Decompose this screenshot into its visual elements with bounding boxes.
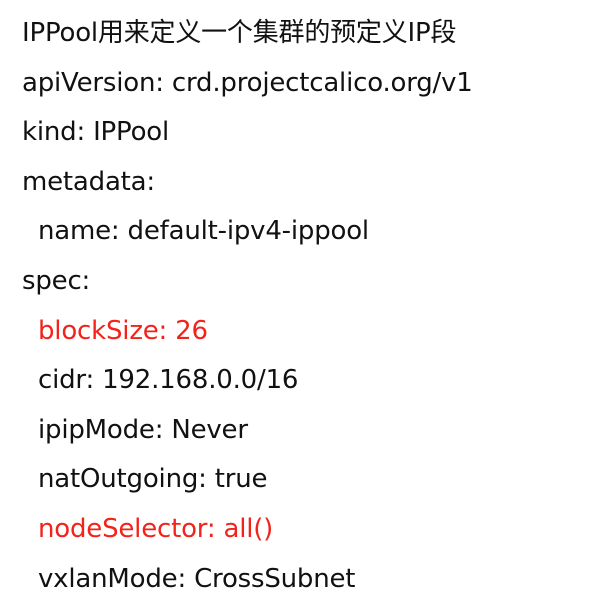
yaml-document: IPPool用来定义一个集群的预定义IP段 apiVersion: crd.pr… [22, 9, 598, 604]
api-version-line: apiVersion: crd.projectcalico.org/v1 [22, 67, 473, 98]
node-selector-line: nodeSelector: all() [38, 513, 274, 544]
vxlan-mode-line: vxlanMode: CrossSubnet [38, 563, 356, 594]
document-title: IPPool用来定义一个集群的预定义IP段 [22, 18, 457, 48]
metadata-name-line: name: default-ipv4-ippool [38, 216, 369, 247]
cidr-line: cidr: 192.168.0.0/16 [38, 365, 299, 396]
metadata-line: metadata: [22, 166, 155, 197]
nat-outgoing-line: natOutgoing: true [38, 464, 268, 495]
ipip-mode-line: ipipMode: Never [38, 414, 248, 445]
block-size-line: blockSize: 26 [38, 315, 208, 346]
spec-line: spec: [22, 265, 91, 296]
kind-line: kind: IPPool [22, 117, 170, 148]
